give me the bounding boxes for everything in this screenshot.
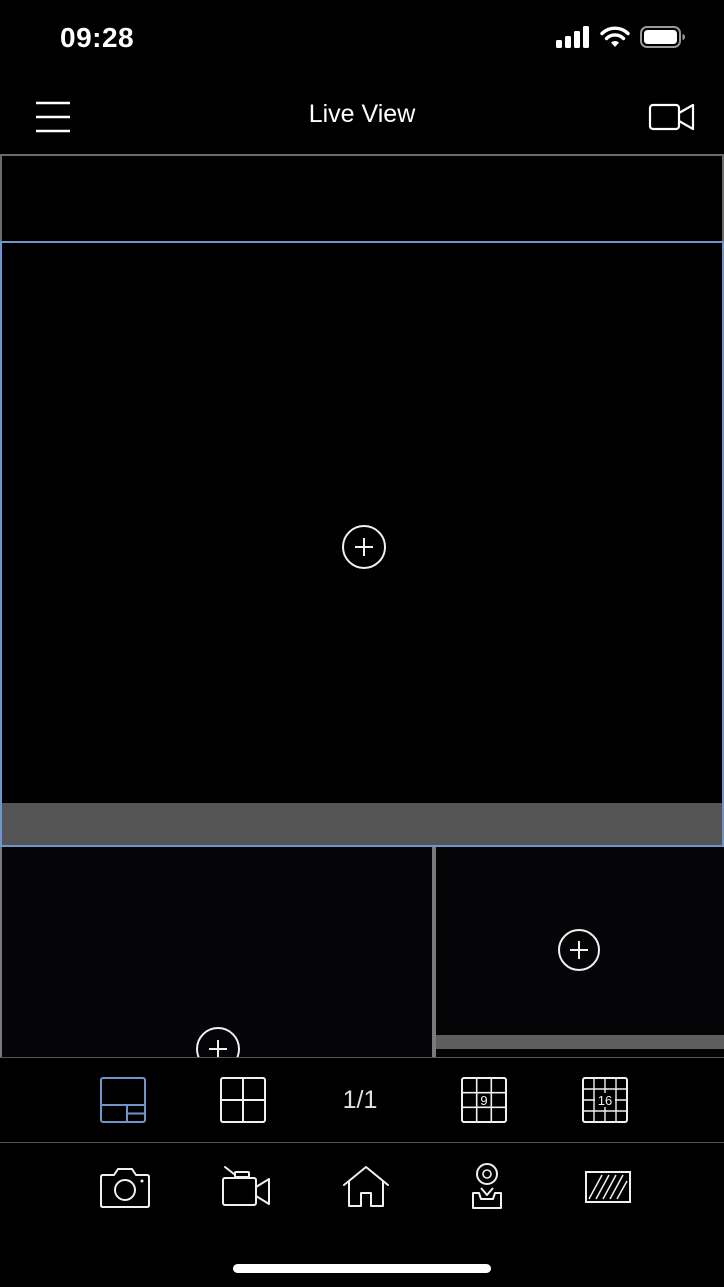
snapshot-button[interactable] (97, 1161, 153, 1211)
add-camera-plus-icon (355, 538, 373, 556)
page-title: Live View (308, 100, 416, 128)
status-icons (556, 26, 686, 48)
video-camera-icon (648, 103, 695, 131)
layout-9-label: 9 (480, 1093, 487, 1108)
layout-9-grid-button[interactable]: 9 (460, 1076, 508, 1124)
layout-9-grid-icon: 9 (461, 1077, 507, 1123)
bottom-left-pane[interactable] (0, 847, 434, 1057)
pane-footer (2, 803, 722, 845)
layout-4-grid-button[interactable] (219, 1076, 267, 1124)
cellular-signal-icon (556, 26, 589, 48)
battery-icon (640, 26, 685, 48)
add-camera-button[interactable] (558, 929, 600, 971)
fullscreen-button[interactable] (580, 1161, 636, 1211)
page-indicator: 1/1 (342, 1086, 378, 1114)
add-camera-button[interactable] (196, 1027, 240, 1057)
layout-bar: 1/1 9 16 (0, 1057, 724, 1143)
home-button[interactable] (338, 1161, 394, 1211)
pane-footer (436, 1035, 724, 1049)
status-bar: 09:28 (0, 0, 724, 80)
layout-16-label: 16 (598, 1093, 612, 1108)
record-button[interactable] (218, 1161, 274, 1211)
video-camera-button[interactable] (648, 98, 696, 136)
fullscreen-frame-icon (585, 1171, 631, 1203)
ptz-button[interactable] (459, 1161, 515, 1211)
layout-1-plus-2-button[interactable] (99, 1076, 147, 1124)
layout-4-grid-icon (220, 1077, 266, 1123)
layout-16-grid-button[interactable]: 16 (581, 1076, 629, 1124)
ptz-control-icon (472, 1163, 502, 1209)
layout-16-grid-icon: 16 (582, 1077, 628, 1123)
add-camera-plus-icon (209, 1040, 227, 1057)
home-indicator[interactable] (233, 1264, 491, 1273)
add-camera-button[interactable] (342, 525, 386, 569)
nav-bar: Live View (0, 80, 724, 154)
status-time: 09:28 (60, 22, 135, 53)
main-pane[interactable] (0, 241, 724, 847)
wifi-icon (600, 26, 630, 47)
record-video-icon (222, 1166, 270, 1206)
top-strip (0, 154, 724, 242)
add-camera-plus-icon (570, 941, 588, 959)
snapshot-camera-icon (100, 1168, 150, 1208)
home-icon (343, 1166, 389, 1207)
bottom-right-pane[interactable] (434, 847, 724, 1057)
layout-1-plus-2-icon (100, 1077, 146, 1123)
tool-bar (0, 1143, 724, 1243)
